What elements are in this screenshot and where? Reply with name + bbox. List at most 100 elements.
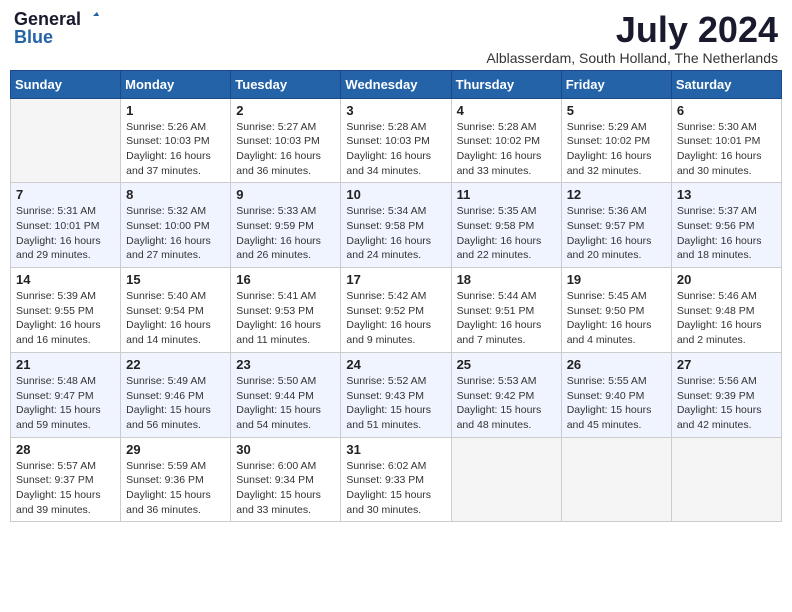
day-number: 28 — [16, 442, 115, 457]
day-info: Sunrise: 5:46 AMSunset: 9:48 PMDaylight:… — [677, 289, 776, 348]
day-info: Sunrise: 5:48 AMSunset: 9:47 PMDaylight:… — [16, 374, 115, 433]
title-section: July 2024 Alblasserdam, South Holland, T… — [486, 10, 778, 66]
calendar-day-cell: 1 Sunrise: 5:26 AMSunset: 10:03 PMDayligh… — [121, 98, 231, 183]
day-info: Sunrise: 5:52 AMSunset: 9:43 PMDaylight:… — [346, 374, 445, 433]
day-info: Sunrise: 5:35 AMSunset: 9:58 PMDaylight:… — [457, 204, 556, 263]
day-info: Sunrise: 5:27 AMSunset: 10:03 PMDaylight… — [236, 120, 335, 179]
day-info: Sunrise: 5:26 AMSunset: 10:03 PMDaylight… — [126, 120, 225, 179]
calendar-day-cell: 15 Sunrise: 5:40 AMSunset: 9:54 PMDayligh… — [121, 268, 231, 353]
day-number: 1 — [126, 103, 225, 118]
day-info: Sunrise: 5:30 AMSunset: 10:01 PMDaylight… — [677, 120, 776, 179]
calendar-week-row: 21 Sunrise: 5:48 AMSunset: 9:47 PMDayligh… — [11, 352, 782, 437]
day-info: Sunrise: 5:41 AMSunset: 9:53 PMDaylight:… — [236, 289, 335, 348]
day-number: 30 — [236, 442, 335, 457]
calendar-day-cell: 20 Sunrise: 5:46 AMSunset: 9:48 PMDayligh… — [671, 268, 781, 353]
day-info: Sunrise: 5:33 AMSunset: 9:59 PMDaylight:… — [236, 204, 335, 263]
day-info: Sunrise: 5:45 AMSunset: 9:50 PMDaylight:… — [567, 289, 666, 348]
calendar-day-cell — [11, 98, 121, 183]
calendar-day-cell: 31 Sunrise: 6:02 AMSunset: 9:33 PMDayligh… — [341, 437, 451, 522]
day-number: 16 — [236, 272, 335, 287]
calendar-day-cell: 22 Sunrise: 5:49 AMSunset: 9:46 PMDayligh… — [121, 352, 231, 437]
calendar-day-cell: 4Sunrise: 5:28 AMSunset: 10:02 PMDayligh… — [451, 98, 561, 183]
calendar-week-row: 14Sunrise: 5:39 AMSunset: 9:55 PMDayligh… — [11, 268, 782, 353]
day-number: 27 — [677, 357, 776, 372]
day-info: Sunrise: 5:31 AMSunset: 10:01 PMDaylight… — [16, 204, 115, 263]
calendar-day-cell: 12Sunrise: 5:36 AMSunset: 9:57 PMDayligh… — [561, 183, 671, 268]
day-number: 13 — [677, 187, 776, 202]
day-number: 24 — [346, 357, 445, 372]
calendar-day-cell — [561, 437, 671, 522]
day-info: Sunrise: 5:37 AMSunset: 9:56 PMDaylight:… — [677, 204, 776, 263]
calendar-day-cell: 11 Sunrise: 5:35 AMSunset: 9:58 PMDayligh… — [451, 183, 561, 268]
day-info: Sunrise: 5:49 AMSunset: 9:46 PMDaylight:… — [126, 374, 225, 433]
day-info: Sunrise: 5:56 AMSunset: 9:39 PMDaylight:… — [677, 374, 776, 433]
calendar-day-cell: 10Sunrise: 5:34 AMSunset: 9:58 PMDayligh… — [341, 183, 451, 268]
day-number: 3 — [346, 103, 445, 118]
calendar-day-cell: 9 Sunrise: 5:33 AMSunset: 9:59 PMDaylight… — [231, 183, 341, 268]
day-info: Sunrise: 5:32 AMSunset: 10:00 PMDaylight… — [126, 204, 225, 263]
day-info: Sunrise: 5:28 AMSunset: 10:03 PMDaylight… — [346, 120, 445, 179]
calendar-day-cell: 6 Sunrise: 5:30 AMSunset: 10:01 PMDayligh… — [671, 98, 781, 183]
day-number: 5 — [567, 103, 666, 118]
day-number: 14 — [16, 272, 115, 287]
day-number: 10 — [346, 187, 445, 202]
calendar-day-cell: 30 Sunrise: 6:00 AMSunset: 9:34 PMDayligh… — [231, 437, 341, 522]
logo-general-text: General — [14, 10, 81, 28]
location-title: Alblasserdam, South Holland, The Netherl… — [486, 50, 778, 66]
day-number: 15 — [126, 272, 225, 287]
day-number: 25 — [457, 357, 556, 372]
day-number: 11 — [457, 187, 556, 202]
day-info: Sunrise: 5:42 AMSunset: 9:52 PMDaylight:… — [346, 289, 445, 348]
calendar-day-cell: 25Sunrise: 5:53 AMSunset: 9:42 PMDayligh… — [451, 352, 561, 437]
day-number: 23 — [236, 357, 335, 372]
day-info: Sunrise: 5:59 AMSunset: 9:36 PMDaylight:… — [126, 459, 225, 518]
day-number: 20 — [677, 272, 776, 287]
calendar-day-cell: 3 Sunrise: 5:28 AMSunset: 10:03 PMDayligh… — [341, 98, 451, 183]
day-info: Sunrise: 5:44 AMSunset: 9:51 PMDaylight:… — [457, 289, 556, 348]
day-number: 17 — [346, 272, 445, 287]
weekday-header-monday: Monday — [121, 70, 231, 98]
day-number: 21 — [16, 357, 115, 372]
page-header: General Blue July 2024 Alblasserdam, Sou… — [10, 10, 782, 66]
calendar-table: SundayMondayTuesdayWednesdayThursdayFrid… — [10, 70, 782, 523]
day-number: 18 — [457, 272, 556, 287]
weekday-header-tuesday: Tuesday — [231, 70, 341, 98]
calendar-day-cell: 2 Sunrise: 5:27 AMSunset: 10:03 PMDayligh… — [231, 98, 341, 183]
calendar-day-cell: 23 Sunrise: 5:50 AMSunset: 9:44 PMDayligh… — [231, 352, 341, 437]
logo: General Blue — [14, 10, 101, 46]
day-number: 8 — [126, 187, 225, 202]
day-number: 2 — [236, 103, 335, 118]
calendar-day-cell: 24 Sunrise: 5:52 AMSunset: 9:43 PMDayligh… — [341, 352, 451, 437]
calendar-day-cell: 27 Sunrise: 5:56 AMSunset: 9:39 PMDayligh… — [671, 352, 781, 437]
logo-blue-text: Blue — [14, 28, 53, 46]
day-info: Sunrise: 5:29 AMSunset: 10:02 PMDaylight… — [567, 120, 666, 179]
calendar-day-cell: 29 Sunrise: 5:59 AMSunset: 9:36 PMDayligh… — [121, 437, 231, 522]
calendar-day-cell: 17 Sunrise: 5:42 AMSunset: 9:52 PMDayligh… — [341, 268, 451, 353]
day-info: Sunrise: 5:50 AMSunset: 9:44 PMDaylight:… — [236, 374, 335, 433]
calendar-week-row: 28Sunrise: 5:57 AMSunset: 9:37 PMDayligh… — [11, 437, 782, 522]
calendar-day-cell: 8 Sunrise: 5:32 AMSunset: 10:00 PMDayligh… — [121, 183, 231, 268]
calendar-day-cell: 26Sunrise: 5:55 AMSunset: 9:40 PMDayligh… — [561, 352, 671, 437]
logo-bird-icon — [83, 8, 101, 26]
calendar-day-cell: 28Sunrise: 5:57 AMSunset: 9:37 PMDayligh… — [11, 437, 121, 522]
calendar-day-cell: 7 Sunrise: 5:31 AMSunset: 10:01 PMDayligh… — [11, 183, 121, 268]
day-number: 7 — [16, 187, 115, 202]
day-number: 12 — [567, 187, 666, 202]
calendar-day-cell: 18 Sunrise: 5:44 AMSunset: 9:51 PMDayligh… — [451, 268, 561, 353]
day-number: 9 — [236, 187, 335, 202]
calendar-day-cell: 16 Sunrise: 5:41 AMSunset: 9:53 PMDayligh… — [231, 268, 341, 353]
calendar-day-cell: 19Sunrise: 5:45 AMSunset: 9:50 PMDayligh… — [561, 268, 671, 353]
day-info: Sunrise: 5:40 AMSunset: 9:54 PMDaylight:… — [126, 289, 225, 348]
weekday-header-friday: Friday — [561, 70, 671, 98]
day-info: Sunrise: 6:00 AMSunset: 9:34 PMDaylight:… — [236, 459, 335, 518]
day-number: 26 — [567, 357, 666, 372]
weekday-header-wednesday: Wednesday — [341, 70, 451, 98]
day-number: 31 — [346, 442, 445, 457]
day-number: 6 — [677, 103, 776, 118]
weekday-header-thursday: Thursday — [451, 70, 561, 98]
day-info: Sunrise: 6:02 AMSunset: 9:33 PMDaylight:… — [346, 459, 445, 518]
day-number: 4 — [457, 103, 556, 118]
weekday-header-saturday: Saturday — [671, 70, 781, 98]
day-number: 22 — [126, 357, 225, 372]
day-number: 29 — [126, 442, 225, 457]
